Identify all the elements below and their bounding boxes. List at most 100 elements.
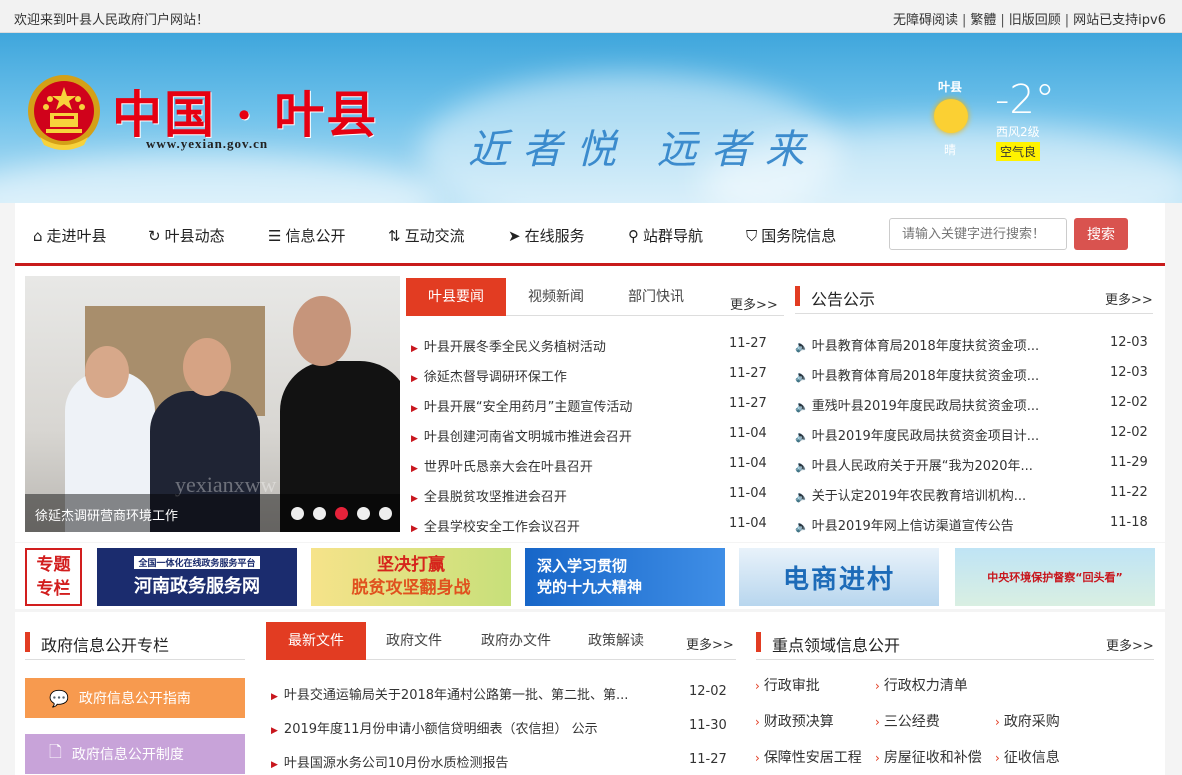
ipv6-link[interactable]: 网站已支持ipv6 bbox=[1073, 13, 1166, 28]
send-icon: ➤ bbox=[508, 226, 521, 245]
list-item[interactable]: 🔈 叶县2019年度民政局扶贫资金项目计... 12-02 bbox=[795, 425, 1155, 445]
notice-title: 公告公示 bbox=[811, 290, 876, 309]
list-item[interactable]: ▶ 叶县开展冬季全民义务植树活动 11-27 bbox=[411, 336, 771, 356]
nav-item-state-council[interactable]: ⛉ 国务院信息 bbox=[746, 225, 836, 246]
tag-procurement[interactable]: › 政府采购 bbox=[995, 711, 1060, 731]
banner-title: 脱贫攻坚翻身战 bbox=[351, 578, 471, 598]
special-column-badge[interactable]: 专题 专栏 bbox=[25, 548, 82, 606]
tag-three-public-expenses[interactable]: › 三公经费 bbox=[875, 711, 940, 731]
tab-gov-files[interactable]: 政府文件 bbox=[366, 622, 462, 660]
slider-dot[interactable] bbox=[313, 507, 326, 520]
banner-poverty-alleviation[interactable]: 坚决打赢 脱贫攻坚翻身战 bbox=[311, 548, 511, 606]
tab-county-news[interactable]: 叶县要闻 bbox=[406, 278, 506, 316]
banner-environmental-inspection[interactable]: 中央环境保护督察“回头看” bbox=[955, 548, 1155, 606]
gov-info-system-button[interactable]: 🗋 政府信息公开制度 bbox=[25, 734, 245, 774]
slider-dot[interactable] bbox=[291, 507, 304, 520]
tag-affordable-housing[interactable]: › 保障性安居工程 bbox=[755, 747, 862, 767]
notice-item-title: 叶县教育体育局2018年度扶贫资金项... bbox=[811, 339, 1040, 354]
news-more-link[interactable]: 更多>> bbox=[730, 294, 778, 313]
air-quality-badge: 空气良 bbox=[996, 142, 1041, 161]
slider-dot-active[interactable] bbox=[335, 507, 348, 520]
notice-item-title: 叶县2019年网上信访渠道宣传公告 bbox=[811, 519, 1014, 534]
gov-info-header: 政府信息公开专栏 bbox=[25, 624, 245, 660]
slider-dot[interactable] bbox=[357, 507, 370, 520]
notice-date: 12-02 bbox=[1110, 425, 1148, 440]
list-item[interactable]: 🔈 叶县教育体育局2018年度扶贫资金项... 12-03 bbox=[795, 335, 1155, 355]
notice-item-title: 叶县2019年度民政局扶贫资金项目计... bbox=[811, 429, 1040, 444]
slider-dot[interactable] bbox=[379, 507, 392, 520]
news-slider[interactable]: yexianxww 徐延杰调研营商环境工作 bbox=[25, 276, 400, 532]
notice-header: 公告公示 更多>> bbox=[795, 278, 1153, 314]
nav-item-info-public[interactable]: ☰ 信息公开 bbox=[268, 225, 345, 246]
speaker-icon: 🔈 bbox=[795, 520, 809, 533]
banner-henan-gov-service[interactable]: 全国一体化在线政务服务平台 河南政务服务网 bbox=[97, 548, 297, 606]
map-marker-icon: ⚲ bbox=[628, 226, 639, 245]
nav-item-about[interactable]: ⌂ 走进叶县 bbox=[33, 225, 107, 246]
search-input[interactable] bbox=[889, 218, 1067, 250]
traditional-chinese-link[interactable]: 繁體 bbox=[970, 13, 996, 28]
gov-info-guide-button[interactable]: 💬 政府信息公开指南 bbox=[25, 678, 245, 718]
old-version-link[interactable]: 旧版回顾 bbox=[1009, 13, 1061, 28]
speaker-icon: 🔈 bbox=[795, 340, 809, 353]
top-bar: 欢迎来到叶县人民政府门户网站！ 无障碍阅读 | 繁體 | 旧版回顾 | 网站已支持ipv6 bbox=[0, 0, 1182, 33]
list-item[interactable]: ▶ 世界叶氏恳亲大会在叶县召开 11-04 bbox=[411, 456, 771, 476]
slider-caption[interactable]: 徐延杰调研营商环境工作 bbox=[35, 505, 178, 524]
weather-temperature: -2° bbox=[995, 77, 1055, 123]
news-title: 全县学校安全工作会议召开 bbox=[423, 520, 580, 535]
tag-expropriation-info[interactable]: › 征收信息 bbox=[995, 747, 1060, 767]
banner-title: 电商进村 bbox=[782, 564, 895, 595]
list-item[interactable]: 🔈 关于认定2019年农民教育培训机构... 11-22 bbox=[795, 485, 1155, 505]
tag-admin-approval[interactable]: › 行政审批 bbox=[755, 675, 820, 695]
tab-department-news[interactable]: 部门快讯 bbox=[606, 278, 706, 316]
banner-19th-congress[interactable]: 深入学习贯彻 党的十九大精神 bbox=[525, 548, 725, 606]
list-item[interactable]: ▶ 叶县开展“安全用药月”主题宣传活动 11-27 bbox=[411, 396, 771, 416]
list-item[interactable]: 🔈 叶县教育体育局2018年度扶贫资金项... 12-03 bbox=[795, 365, 1155, 385]
list-item[interactable]: ▶ 徐延杰督导调研环保工作 11-27 bbox=[411, 366, 771, 386]
list-item[interactable]: 🔈 叶县人民政府关于开展“我为2020年... 11-29 bbox=[795, 455, 1155, 475]
list-item[interactable]: ▶ 叶县国源水务公司10月份水质检测报告 11-27 bbox=[271, 752, 731, 772]
news-title: 世界叶氏恳亲大会在叶县召开 bbox=[423, 460, 593, 475]
tag-housing-compensation[interactable]: › 房屋征收和补偿 bbox=[875, 747, 982, 767]
nav-item-online-service[interactable]: ➤ 在线服务 bbox=[508, 225, 585, 246]
search-button[interactable]: 搜索 bbox=[1074, 218, 1128, 250]
tag-label: 三公经费 bbox=[883, 714, 940, 730]
news-title: 叶县开展“安全用药月”主题宣传活动 bbox=[423, 400, 633, 415]
list-item[interactable]: ▶ 2019年度11月份申请小额信贷明细表（农信担） 公示 11-30 bbox=[271, 718, 731, 738]
list-item[interactable]: ▶ 叶县创建河南省文明城市推进会召开 11-04 bbox=[411, 426, 771, 446]
tab-office-files[interactable]: 政府办文件 bbox=[466, 622, 566, 660]
tag-label: 征收信息 bbox=[1003, 750, 1060, 766]
tab-latest-files[interactable]: 最新文件 bbox=[266, 622, 366, 660]
tag-label: 财政预决算 bbox=[763, 714, 834, 730]
tab-video-news[interactable]: 视频新闻 bbox=[506, 278, 606, 316]
accessibility-link[interactable]: 无障碍阅读 bbox=[893, 13, 958, 28]
list-item[interactable]: ▶ 全县学校安全工作会议召开 11-04 bbox=[411, 516, 771, 536]
special-banners: 专题 专栏 全国一体化在线政务服务平台 河南政务服务网 坚决打赢 脱贫攻坚翻身战… bbox=[15, 543, 1165, 609]
tab-policy-interpretation[interactable]: 政策解读 bbox=[576, 622, 656, 660]
list-item[interactable]: 🔈 叶县2019年网上信访渠道宣传公告 11-18 bbox=[795, 515, 1155, 535]
refresh-icon: ↻ bbox=[148, 226, 161, 245]
banner-ecommerce-village[interactable]: 电商进村 bbox=[739, 548, 939, 606]
nav-item-interaction[interactable]: ⇅ 互动交流 bbox=[388, 225, 465, 246]
notice-date: 12-02 bbox=[1110, 395, 1148, 410]
tag-power-list[interactable]: › 行政权力清单 bbox=[875, 675, 968, 695]
nav-item-news[interactable]: ↻ 叶县动态 bbox=[148, 225, 225, 246]
sunny-icon bbox=[934, 99, 968, 133]
notice-date: 11-22 bbox=[1110, 485, 1148, 500]
welcome-text: 欢迎来到叶县人民政府门户网站！ bbox=[14, 13, 210, 28]
list-item[interactable]: ▶ 叶县交通运输局关于2018年通村公路第一批、第二批、第... 12-02 bbox=[271, 684, 731, 704]
tag-budget[interactable]: › 财政预决算 bbox=[755, 711, 834, 731]
notice-more-link[interactable]: 更多>> bbox=[1105, 289, 1153, 308]
key-areas-more-link[interactable]: 更多>> bbox=[1106, 635, 1154, 654]
files-more-link[interactable]: 更多>> bbox=[686, 634, 734, 653]
site-url: www.yexian.gov.cn bbox=[146, 136, 269, 151]
special-line2: 专栏 bbox=[36, 579, 71, 599]
tag-label: 房屋征收和补偿 bbox=[883, 750, 982, 766]
weather-condition: 晴 bbox=[944, 143, 957, 157]
nav-item-site-nav[interactable]: ⚲ 站群导航 bbox=[628, 225, 703, 246]
speaker-icon: 🔈 bbox=[795, 430, 809, 443]
list-item[interactable]: ▶ 全县脱贫攻坚推进会召开 11-04 bbox=[411, 486, 771, 506]
list-icon: ☰ bbox=[268, 226, 282, 245]
news-title: 全县脱贫攻坚推进会召开 bbox=[423, 490, 567, 505]
list-item[interactable]: 🔈 重残叶县2019年度民政局扶贫资金项... 12-02 bbox=[795, 395, 1155, 415]
files-tabs: 最新文件 政府文件 政府办文件 政策解读 更多>> bbox=[266, 622, 736, 660]
